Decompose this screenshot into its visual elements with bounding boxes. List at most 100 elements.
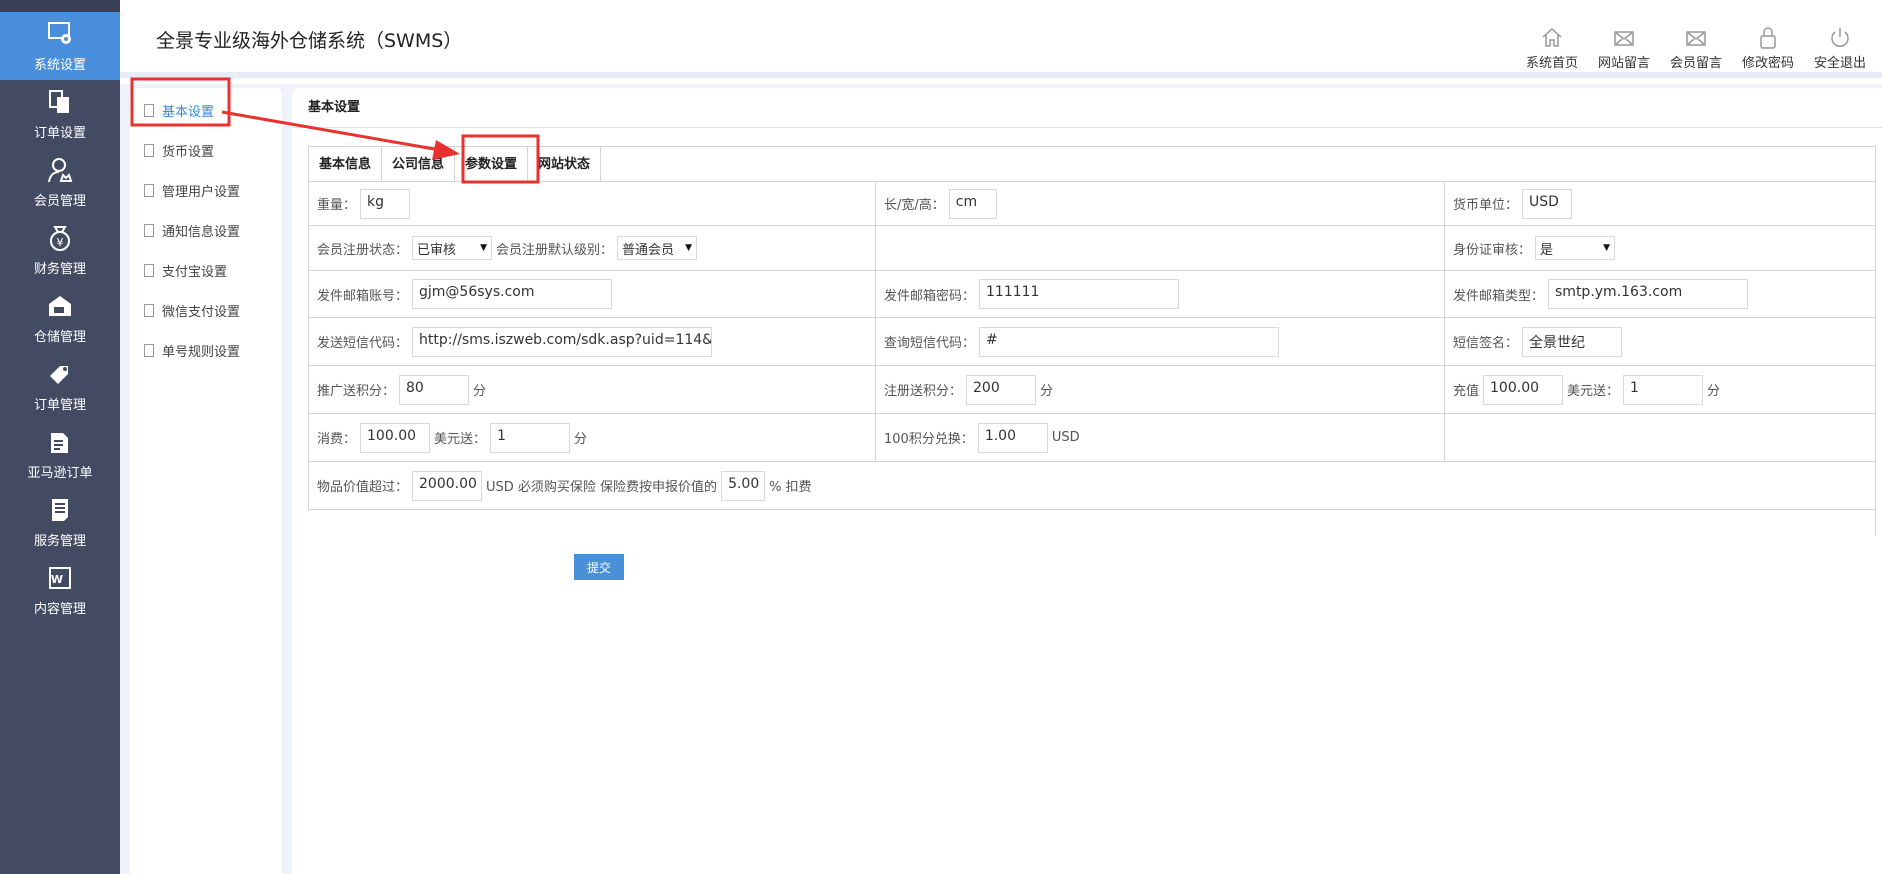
weight-unit-input[interactable]: kg xyxy=(360,188,411,219)
sidebar-item-label: 订单设置 xyxy=(33,125,86,141)
submenu-item-notifications[interactable]: 通知信息设置 xyxy=(144,221,240,240)
nav-site-messages[interactable]: 网站留言 xyxy=(1588,26,1660,71)
mail-password-input[interactable]: 111111 xyxy=(979,279,1180,309)
insure-text: USD 必须购买保险 保险费按申报价值的 xyxy=(486,480,718,495)
submenu-item-number-rules[interactable]: 单号规则设置 xyxy=(144,341,240,360)
header-nav: 系统首页 网站留言 会员留言 修改密码 安全退出 xyxy=(1516,26,1876,71)
sms-query-input[interactable]: # xyxy=(979,326,1280,357)
insure-value-input[interactable]: 2000.00 xyxy=(412,470,483,501)
usd-give-label: 美元送： xyxy=(434,432,487,447)
sms-sign-label: 短信签名： xyxy=(1453,336,1519,351)
nav-change-password[interactable]: 修改密码 xyxy=(1732,26,1804,71)
sidebar-item-order-management[interactable]: 订单管理 xyxy=(0,352,120,420)
reg-level-select[interactable]: 普通会员 ▼ xyxy=(617,236,698,260)
submenu-label: 微信支付设置 xyxy=(162,305,241,320)
currency-unit-input[interactable]: USD xyxy=(1522,188,1573,219)
nav-label: 系统首页 xyxy=(1525,56,1578,71)
exchange-input[interactable]: 1.00 xyxy=(977,422,1048,453)
id-check-value: 是 xyxy=(1540,242,1554,258)
sidebar-item-warehouse[interactable]: 仓储管理 xyxy=(0,284,120,352)
power-icon xyxy=(1831,28,1849,47)
sidebar: 系统设置 订单设置 会员管理 ¥ 财务管理 仓储管理 订单管理 亚马逊订单 服务… xyxy=(0,0,120,874)
submenu-label: 通知信息设置 xyxy=(162,225,241,240)
spend-give-input[interactable]: 1 xyxy=(490,422,571,453)
submenu-label: 基本设置 xyxy=(162,105,215,120)
reg-status-label: 会员注册状态： xyxy=(317,242,409,258)
sidebar-item-amazon-orders[interactable]: 亚马逊订单 xyxy=(0,420,120,488)
mail-type-input[interactable]: smtp.ym.163.com xyxy=(1548,279,1749,309)
form-row: 推广送积分： 80 分 注册送积分： 200 分 充值 100.00 美元送： 1 分 xyxy=(308,366,1876,414)
form-row: 消费： 100.00 美元送： 1 分 100积分兑换： 1.00 USD xyxy=(308,414,1876,462)
tab-site-status[interactable]: 网站状态 xyxy=(528,147,602,181)
promo-points-label: 推广送积分： xyxy=(317,384,396,399)
submenu-item-wechat-pay[interactable]: 微信支付设置 xyxy=(144,301,240,320)
sidebar-item-member-management[interactable]: 会员管理 xyxy=(0,148,120,216)
recharge-label: 充值 xyxy=(1453,384,1480,399)
sidebar-item-service[interactable]: 服务管理 xyxy=(0,488,120,556)
note-icon xyxy=(52,498,68,521)
promo-points-input[interactable]: 80 xyxy=(399,374,470,405)
document-icon xyxy=(144,104,154,117)
submenu-item-basic[interactable]: 基本设置 xyxy=(144,101,214,120)
submit-button[interactable]: 提交 xyxy=(574,554,624,580)
sms-query-label: 查询短信代码： xyxy=(884,336,976,351)
sms-send-label: 发送短信代码： xyxy=(317,336,409,351)
submenu-label: 单号规则设置 xyxy=(162,345,241,360)
submenu-label: 货币设置 xyxy=(162,145,215,160)
weight-label: 重量： xyxy=(317,198,357,213)
sidebar-item-order-settings[interactable]: 订单设置 xyxy=(0,80,120,148)
document-icon xyxy=(144,264,154,277)
mail-password-label: 发件邮箱密码： xyxy=(884,288,976,304)
reg-points-label: 注册送积分： xyxy=(884,384,963,399)
recharge-input[interactable]: 100.00 xyxy=(1483,374,1564,405)
sms-send-input[interactable]: http://sms.iszweb.com/sdk.asp?uid=114&u xyxy=(412,326,713,357)
document-icon xyxy=(144,184,154,197)
reg-points-input[interactable]: 200 xyxy=(966,374,1037,405)
insure-rate-input[interactable]: 5.00 xyxy=(721,470,766,501)
submenu-item-currency[interactable]: 货币设置 xyxy=(144,141,214,160)
sidebar-item-system-settings[interactable]: 系统设置 xyxy=(0,12,120,80)
mail-icon xyxy=(1686,31,1706,46)
form-row: 发件邮箱账号： gjm@56sys.com 发件邮箱密码： 111111 发件邮箱类… xyxy=(308,271,1876,318)
user-icon xyxy=(48,157,73,182)
sidebar-item-label: 内容管理 xyxy=(33,601,86,617)
form-row: 物品价值超过： 2000.00 USD 必须购买保险 保险费按申报价值的 5.00% … xyxy=(308,462,1876,510)
sms-sign-input[interactable]: 全景世纪 xyxy=(1522,326,1623,357)
reg-level-label: 会员注册默认级别： xyxy=(496,242,614,258)
word-icon: W xyxy=(49,566,71,589)
reg-level-value: 普通会员 xyxy=(622,242,675,258)
exchange-label: 100积分兑换： xyxy=(884,432,974,447)
nav-home[interactable]: 系统首页 xyxy=(1516,26,1588,71)
sidebar-item-label: 亚马逊订单 xyxy=(27,465,93,481)
dimensions-label: 长/宽/高： xyxy=(884,198,945,213)
sidebar-item-label: 仓储管理 xyxy=(33,329,86,345)
mail-type-label: 发件邮箱类型： xyxy=(1453,288,1545,304)
tab-company-info[interactable]: 公司信息 xyxy=(382,147,456,181)
unit-label: 分 xyxy=(473,384,487,399)
money-bag-icon: ¥ xyxy=(50,225,70,251)
form-row: 会员注册状态： 已审核 ▼ 会员注册默认级别： 普通会员 ▼ 身份证审核：是 ▼ xyxy=(308,226,1876,271)
tab-parameters[interactable]: 参数设置 xyxy=(455,147,529,181)
sidebar-item-label: 会员管理 xyxy=(33,193,86,209)
reg-status-select[interactable]: 已审核 ▼ xyxy=(412,236,493,260)
submenu-item-alipay[interactable]: 支付宝设置 xyxy=(144,261,227,280)
dropdown-arrow-icon: ▼ xyxy=(480,243,488,253)
mail-icon xyxy=(1614,31,1634,46)
nav-member-messages[interactable]: 会员留言 xyxy=(1660,26,1732,71)
header: 全景专业级海外仓储系统（SWMS） 系统首页 网站留言 会员留言 修改密码 安全… xyxy=(120,0,1882,78)
tag-icon xyxy=(50,365,68,384)
id-check-select[interactable]: 是 ▼ xyxy=(1535,236,1616,260)
submenu-label: 管理用户设置 xyxy=(162,185,241,200)
sidebar-item-content[interactable]: W 内容管理 xyxy=(0,556,120,624)
mail-account-label: 发件邮箱账号： xyxy=(317,288,409,304)
spend-input[interactable]: 100.00 xyxy=(360,422,431,453)
sidebar-item-finance[interactable]: ¥ 财务管理 xyxy=(0,216,120,284)
form-row: 发送短信代码： http://sms.iszweb.com/sdk.asp?uid… xyxy=(308,318,1876,366)
mail-account-input[interactable]: gjm@56sys.com xyxy=(412,279,613,309)
submenu-item-admin-users[interactable]: 管理用户设置 xyxy=(144,181,240,200)
dimension-unit-input[interactable]: cm xyxy=(948,188,997,219)
unit-label: 分 xyxy=(574,432,588,447)
nav-logout[interactable]: 安全退出 xyxy=(1804,26,1876,71)
tab-basic-info[interactable]: 基本信息 xyxy=(309,147,383,181)
recharge-give-input[interactable]: 1 xyxy=(1623,374,1704,405)
